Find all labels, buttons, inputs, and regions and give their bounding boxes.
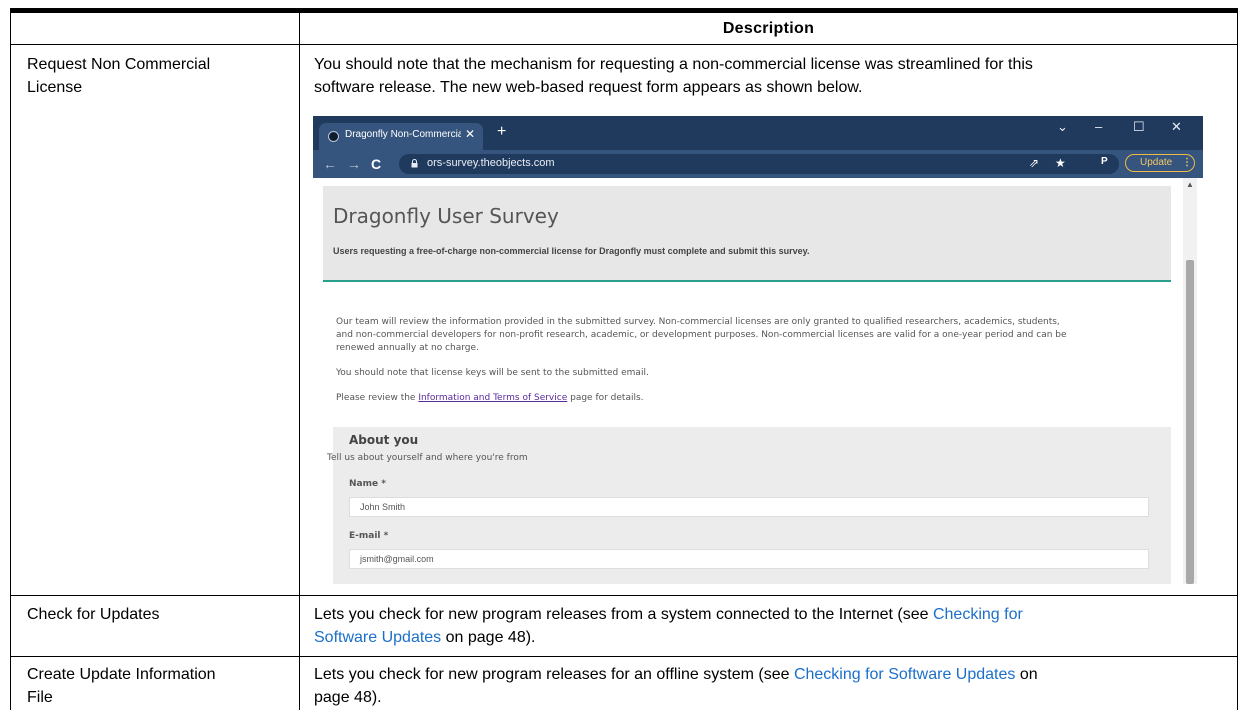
license-keys-note: You should note that license keys will b… — [336, 368, 649, 378]
browser-address-bar: ← → C ors-survey.theobjects.com ⇗ ★ P Up… — [313, 150, 1203, 178]
back-icon[interactable]: ← — [323, 156, 337, 172]
minimize-icon[interactable]: – — [1095, 119, 1102, 134]
table-left-border — [10, 13, 11, 710]
checking-updates-link-part2[interactable]: Software Updates — [314, 629, 441, 646]
page-scrollbar[interactable]: ▲ — [1183, 178, 1197, 584]
browser-tab[interactable]: Dragonfly Non-Commercial Licen ✕ — [319, 123, 483, 150]
update-button[interactable]: Update ⋮ — [1125, 154, 1195, 172]
email-field[interactable]: jsmith@gmail.com — [349, 549, 1149, 569]
name-field[interactable]: John Smith — [349, 497, 1149, 517]
row2-desc-line2: Software Updates on page 48). — [314, 626, 535, 650]
column-header-description: Description — [722, 20, 815, 37]
checking-updates-link[interactable]: Checking for Software Updates — [794, 666, 1015, 683]
header-row-rule — [10, 44, 1238, 45]
row1-name-line1: Request Non Commercial — [27, 56, 211, 73]
survey-header: Dragonfly User Survey Users requesting a… — [323, 186, 1171, 282]
row2-desc-pre: Lets you check for new program releases … — [314, 606, 933, 623]
row3-desc-post: on — [1015, 666, 1038, 683]
row1-desc-line2: software release. The new web-based requ… — [314, 79, 863, 96]
row3-name-line1: Create Update Information — [27, 666, 216, 683]
terms-note-pre: Please review the — [336, 393, 419, 403]
row3-desc-pre: Lets you check for new program releases … — [314, 666, 794, 683]
email-field-value: jsmith@gmail.com — [360, 554, 434, 564]
row3-desc-line2: page 48). — [314, 689, 382, 706]
about-you-subtitle: Tell us about yourself and where you're … — [327, 453, 528, 463]
row1-desc-line1: You should note that the mechanism for r… — [314, 56, 1033, 73]
browser-tab-bar: Dragonfly Non-Commercial Licen ✕ + ⌄ – ☐… — [313, 116, 1203, 150]
forward-icon[interactable]: → — [347, 156, 361, 172]
name-label: Name * — [349, 479, 386, 489]
terms-note-post: page for details. — [567, 393, 644, 403]
terms-of-service-link[interactable]: Information and Terms of Service — [418, 393, 567, 403]
row2-desc-line1: Lets you check for new program releases … — [314, 603, 1023, 627]
url-field[interactable]: ors-survey.theobjects.com — [399, 154, 1119, 174]
terms-note: Please review the Information and Terms … — [336, 392, 1156, 404]
row3-name-line2: File — [27, 689, 53, 706]
url-text: ors-survey.theobjects.com — [427, 157, 555, 169]
menu-dots-icon: ⋮ — [1182, 157, 1192, 168]
row1-name-line2: License — [27, 79, 83, 96]
row2-desc-post: on page 48). — [441, 629, 536, 646]
close-window-icon[interactable]: ✕ — [1171, 119, 1182, 135]
browser-screenshot: Dragonfly Non-Commercial Licen ✕ + ⌄ – ☐… — [313, 116, 1203, 584]
survey-title: Dragonfly User Survey — [333, 204, 559, 228]
row-rule-2 — [10, 656, 1238, 657]
row3-desc-line1: Lets you check for new program releases … — [314, 663, 1038, 687]
maximize-icon[interactable]: ☐ — [1133, 119, 1145, 135]
row2-name-line1: Check for Updates — [27, 606, 160, 623]
intro-line-2: and non-commercial developers for non-pr… — [336, 330, 1067, 340]
checking-updates-link-part1[interactable]: Checking for — [933, 606, 1023, 623]
update-button-label: Update — [1140, 157, 1173, 168]
scrollbar-thumb[interactable] — [1186, 260, 1194, 584]
site-favicon-icon — [328, 131, 339, 142]
survey-subtitle: Users requesting a free-of-charge non-co… — [333, 246, 810, 256]
bookmark-star-icon[interactable]: ★ — [1055, 156, 1066, 170]
intro-line-1: Our team will review the information pro… — [336, 317, 1060, 327]
new-tab-icon[interactable]: + — [497, 123, 506, 141]
reload-icon[interactable]: C — [371, 156, 381, 172]
profile-avatar[interactable]: P — [1101, 156, 1108, 167]
tab-close-icon[interactable]: ✕ — [465, 127, 475, 141]
lock-icon — [411, 159, 418, 168]
tab-search-chevron-icon[interactable]: ⌄ — [1057, 119, 1068, 135]
row-rule-1 — [10, 595, 1238, 596]
share-icon[interactable]: ⇗ — [1029, 156, 1039, 170]
table-top-rule — [10, 8, 1238, 13]
table-column-divider — [299, 13, 300, 710]
about-you-section: About you Tell us about yourself and whe… — [327, 427, 1171, 584]
name-field-value: John Smith — [360, 502, 406, 512]
web-page: Dragonfly User Survey Users requesting a… — [313, 178, 1203, 584]
intro-line-3: renewed annually at no charge. — [336, 343, 479, 353]
table-right-border — [1237, 13, 1238, 710]
tab-title: Dragonfly Non-Commercial Licen — [345, 129, 461, 140]
scroll-up-arrow-icon[interactable]: ▲ — [1186, 180, 1194, 189]
about-you-title: About you — [349, 433, 419, 447]
email-label: E-mail * — [349, 531, 389, 541]
